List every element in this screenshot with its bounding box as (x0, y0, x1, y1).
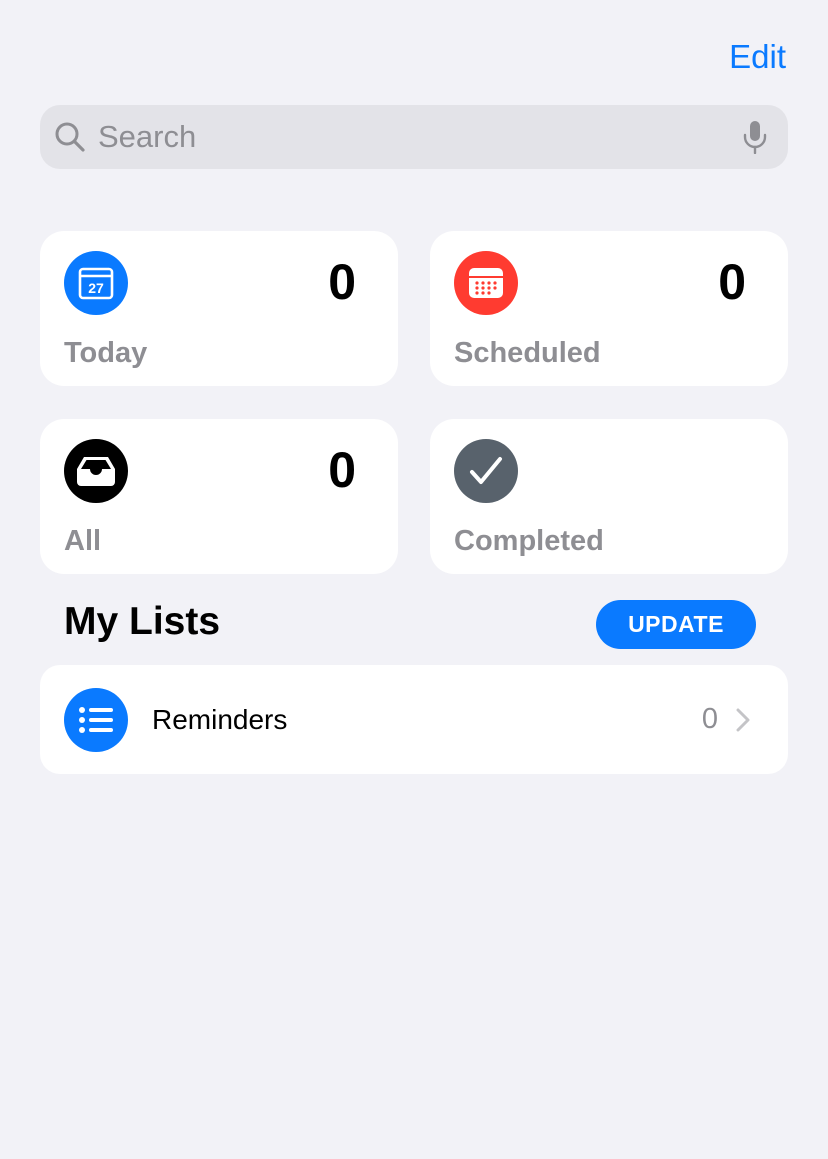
all-count: 0 (328, 442, 356, 498)
my-lists-title: My Lists (64, 600, 221, 643)
today-card[interactable]: 27 0 Today (40, 231, 398, 386)
reminders-home-screen: Edit 27 0 Today (0, 0, 828, 1159)
completed-card[interactable]: Completed (430, 419, 788, 574)
chevron-right-icon (736, 708, 750, 731)
scheduled-label: Scheduled (454, 337, 601, 369)
calendar-day-number: 27 (88, 280, 104, 296)
microphone-icon[interactable] (742, 120, 768, 154)
tray-icon (64, 439, 128, 503)
calendar-grid-icon (454, 251, 518, 315)
update-button[interactable]: UPDATE (596, 600, 756, 649)
today-count: 0 (328, 254, 356, 310)
edit-button[interactable]: Edit (729, 38, 786, 76)
search-icon (55, 122, 85, 152)
scheduled-count: 0 (718, 254, 746, 310)
today-label: Today (64, 337, 148, 369)
calendar-today-icon: 27 (64, 251, 128, 315)
scheduled-card[interactable]: 0 Scheduled (430, 231, 788, 386)
list-item-name: Reminders (152, 703, 288, 735)
checkmark-icon (454, 439, 518, 503)
completed-label: Completed (454, 525, 604, 557)
list-item-reminders[interactable]: Reminders 0 (40, 665, 788, 774)
all-label: All (64, 525, 102, 557)
search-input[interactable] (98, 105, 742, 169)
all-card[interactable]: 0 All (40, 419, 398, 574)
list-bullet-icon (64, 687, 128, 752)
search-bar[interactable] (40, 105, 788, 169)
list-item-count: 0 (701, 703, 718, 735)
